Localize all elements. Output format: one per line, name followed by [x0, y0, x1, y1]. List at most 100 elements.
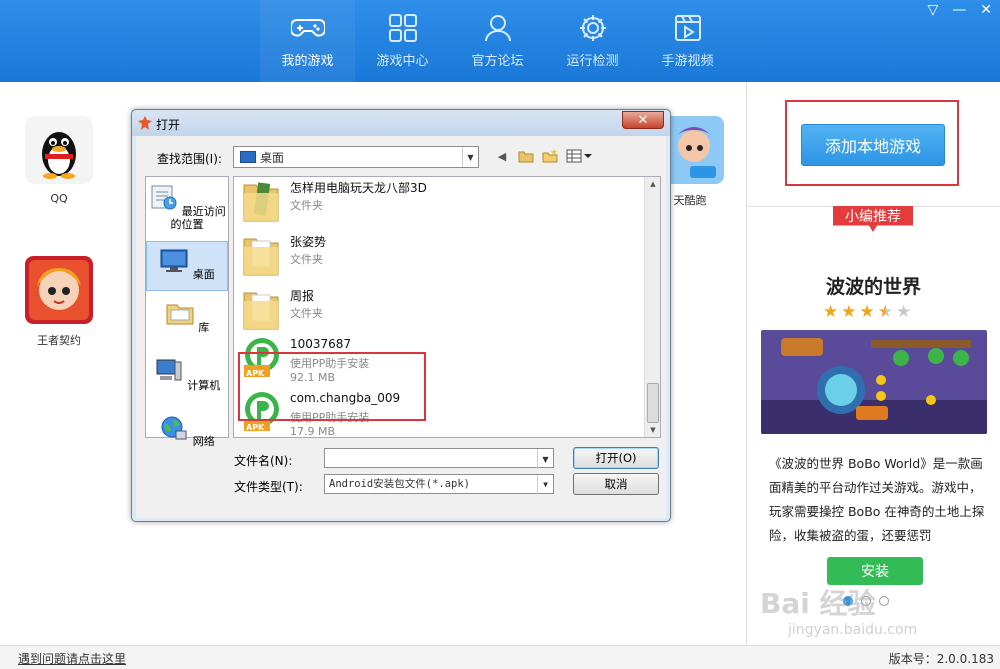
game-tile-wangzhe[interactable]: 王者契约 — [14, 256, 104, 348]
look-in-label: 查找范围(I): — [157, 152, 222, 166]
version-label: 版本号：2.0.0.183 — [888, 652, 994, 666]
chevron-down-icon[interactable]: ▼ — [537, 449, 553, 469]
gear-icon — [576, 12, 610, 44]
recommended-game-title: 波波的世界 — [825, 276, 921, 298]
game-tile-qq[interactable]: QQ — [14, 116, 104, 205]
game-cover-image — [25, 256, 93, 324]
recommend-badge: 小编推荐 — [833, 206, 913, 232]
dialog-titlebar[interactable]: 打开 ✕ — [132, 110, 670, 136]
cancel-button[interactable]: 取消 — [573, 473, 659, 495]
desktop-icon — [160, 249, 188, 272]
minimize-icon[interactable]: — — [952, 2, 966, 18]
file-name: 怎样用电脑玩天龙八部3D — [290, 181, 427, 195]
game-label: QQ — [50, 192, 68, 205]
file-item-folder[interactable]: 周报 文件夹 — [234, 281, 644, 335]
file-type-select[interactable]: Android安装包文件(*.apk) ▼ — [324, 474, 554, 495]
sidebar: 添加本地游戏 小编推荐 波波的世界 ★ ★ ★ ★ ★ 《波波的世界 BoBo … — [746, 82, 1000, 645]
half-star-icon: ★ — [877, 302, 893, 322]
file-name: 张姿势 — [290, 235, 327, 249]
rating-stars: ★ ★ ★ ★ ★ — [823, 302, 911, 322]
vertical-scrollbar[interactable]: ▲ ▼ — [644, 177, 660, 437]
dialog-title: 打开 — [156, 118, 181, 132]
watermark-logo: Bai 经验 — [760, 587, 876, 620]
dialog-body: 查找范围(I): 桌面 ▼ ◀ 最近访问的位置 桌面 库 计算机 网络 怎样用电… — [136, 136, 666, 518]
star-icon: ★ — [896, 302, 912, 322]
star-icon: ★ — [841, 302, 857, 322]
gamepad-icon — [290, 12, 325, 44]
star-icon: ★ — [859, 302, 875, 322]
watermark-url: jingyan.baidu.com — [788, 622, 918, 638]
file-type: 文件夹 — [290, 307, 323, 320]
file-size: 17.9 MB — [290, 425, 336, 438]
add-local-game-button[interactable]: 添加本地游戏 — [801, 124, 945, 166]
network-globe-icon — [161, 416, 187, 440]
status-bar: 遇到问题请点击这里 版本号：2.0.0.183 — [0, 645, 1000, 669]
scroll-down-icon[interactable]: ▼ — [645, 423, 660, 437]
star-icon: ★ — [823, 302, 839, 322]
new-folder-icon[interactable] — [542, 148, 558, 164]
place-network[interactable]: 网络 — [146, 415, 228, 448]
place-computer[interactable]: 计算机 — [146, 357, 228, 392]
file-type: 文件夹 — [290, 253, 323, 266]
places-bar: 最近访问的位置 桌面 库 计算机 网络 — [145, 176, 229, 448]
place-libraries[interactable]: 库 — [146, 299, 228, 334]
chevron-down-icon[interactable]: ▼ — [537, 475, 553, 495]
dialog-close-button[interactable]: ✕ — [622, 111, 664, 129]
highlight-box — [238, 352, 426, 421]
file-item-folder[interactable]: 张姿势 文件夹 — [234, 227, 644, 281]
nav-label: 运行检测 — [566, 54, 619, 69]
place-label: 网络 — [192, 435, 215, 448]
scrollbar-thumb[interactable] — [647, 383, 659, 423]
folder-icon — [243, 292, 279, 330]
place-desktop[interactable]: 桌面 — [146, 241, 228, 291]
tab-forum[interactable]: 官方论坛 — [450, 0, 545, 82]
app-logo-icon — [138, 116, 152, 130]
close-icon[interactable]: ✕ — [980, 2, 992, 18]
place-label: 桌面 — [192, 268, 215, 281]
game-label: 王者契约 — [37, 334, 81, 347]
look-in-select[interactable]: 桌面 ▼ — [233, 146, 479, 168]
main-nav: 我的游戏 游戏中心 官方论坛 运行检测 手游视频 — [260, 0, 735, 82]
scroll-up-icon[interactable]: ▲ — [645, 177, 660, 191]
tab-game-center[interactable]: 游戏中心 — [355, 0, 450, 82]
tab-my-games[interactable]: 我的游戏 — [260, 0, 355, 82]
video-icon — [671, 12, 705, 44]
carousel-dot[interactable] — [879, 596, 889, 606]
nav-label: 官方论坛 — [471, 54, 524, 69]
desktop-icon — [240, 151, 256, 163]
place-recent[interactable]: 最近访问的位置 — [146, 183, 228, 231]
computer-icon — [156, 359, 182, 381]
library-icon — [166, 304, 194, 325]
menu-icon[interactable]: ▽ — [927, 2, 938, 18]
penguin-icon — [25, 116, 93, 184]
install-button[interactable]: 安装 — [827, 557, 923, 585]
file-name: 周报 — [290, 289, 315, 303]
nav-label: 游戏中心 — [376, 54, 429, 69]
tab-run-check[interactable]: 运行检测 — [545, 0, 640, 82]
open-button[interactable]: 打开(O) — [573, 447, 659, 469]
grid-icon — [386, 12, 420, 44]
user-icon — [481, 12, 515, 44]
file-type: 文件夹 — [290, 199, 323, 212]
file-name-input[interactable]: ▼ — [324, 448, 554, 469]
view-menu-icon[interactable] — [566, 148, 592, 164]
back-icon[interactable]: ◀ — [494, 148, 510, 164]
up-folder-icon[interactable] — [518, 148, 534, 164]
apk-badge: APK — [246, 423, 265, 432]
top-nav-bar: 我的游戏 游戏中心 官方论坛 运行检测 手游视频 ▽ — ✕ — [0, 0, 1000, 82]
place-label: 计算机 — [187, 379, 221, 392]
help-link[interactable]: 遇到问题请点击这里 — [18, 650, 126, 667]
file-type-value: Android安装包文件(*.apk) — [329, 478, 471, 490]
tab-mobile-video[interactable]: 手游视频 — [640, 0, 735, 82]
folder-icon — [243, 238, 279, 276]
look-in-value: 桌面 — [260, 150, 285, 165]
chevron-down-icon[interactable]: ▼ — [462, 147, 478, 167]
recent-places-icon — [151, 185, 177, 210]
recommended-game-screenshot[interactable] — [761, 330, 987, 434]
dialog-toolbar: ◀ — [494, 148, 592, 164]
place-label: 库 — [198, 321, 210, 334]
file-item-folder[interactable]: 怎样用电脑玩天龙八部3D 文件夹 — [234, 177, 644, 227]
folder-icon — [243, 182, 279, 222]
file-name: 10037687 — [290, 337, 352, 351]
window-controls: ▽ — ✕ — [927, 2, 992, 18]
